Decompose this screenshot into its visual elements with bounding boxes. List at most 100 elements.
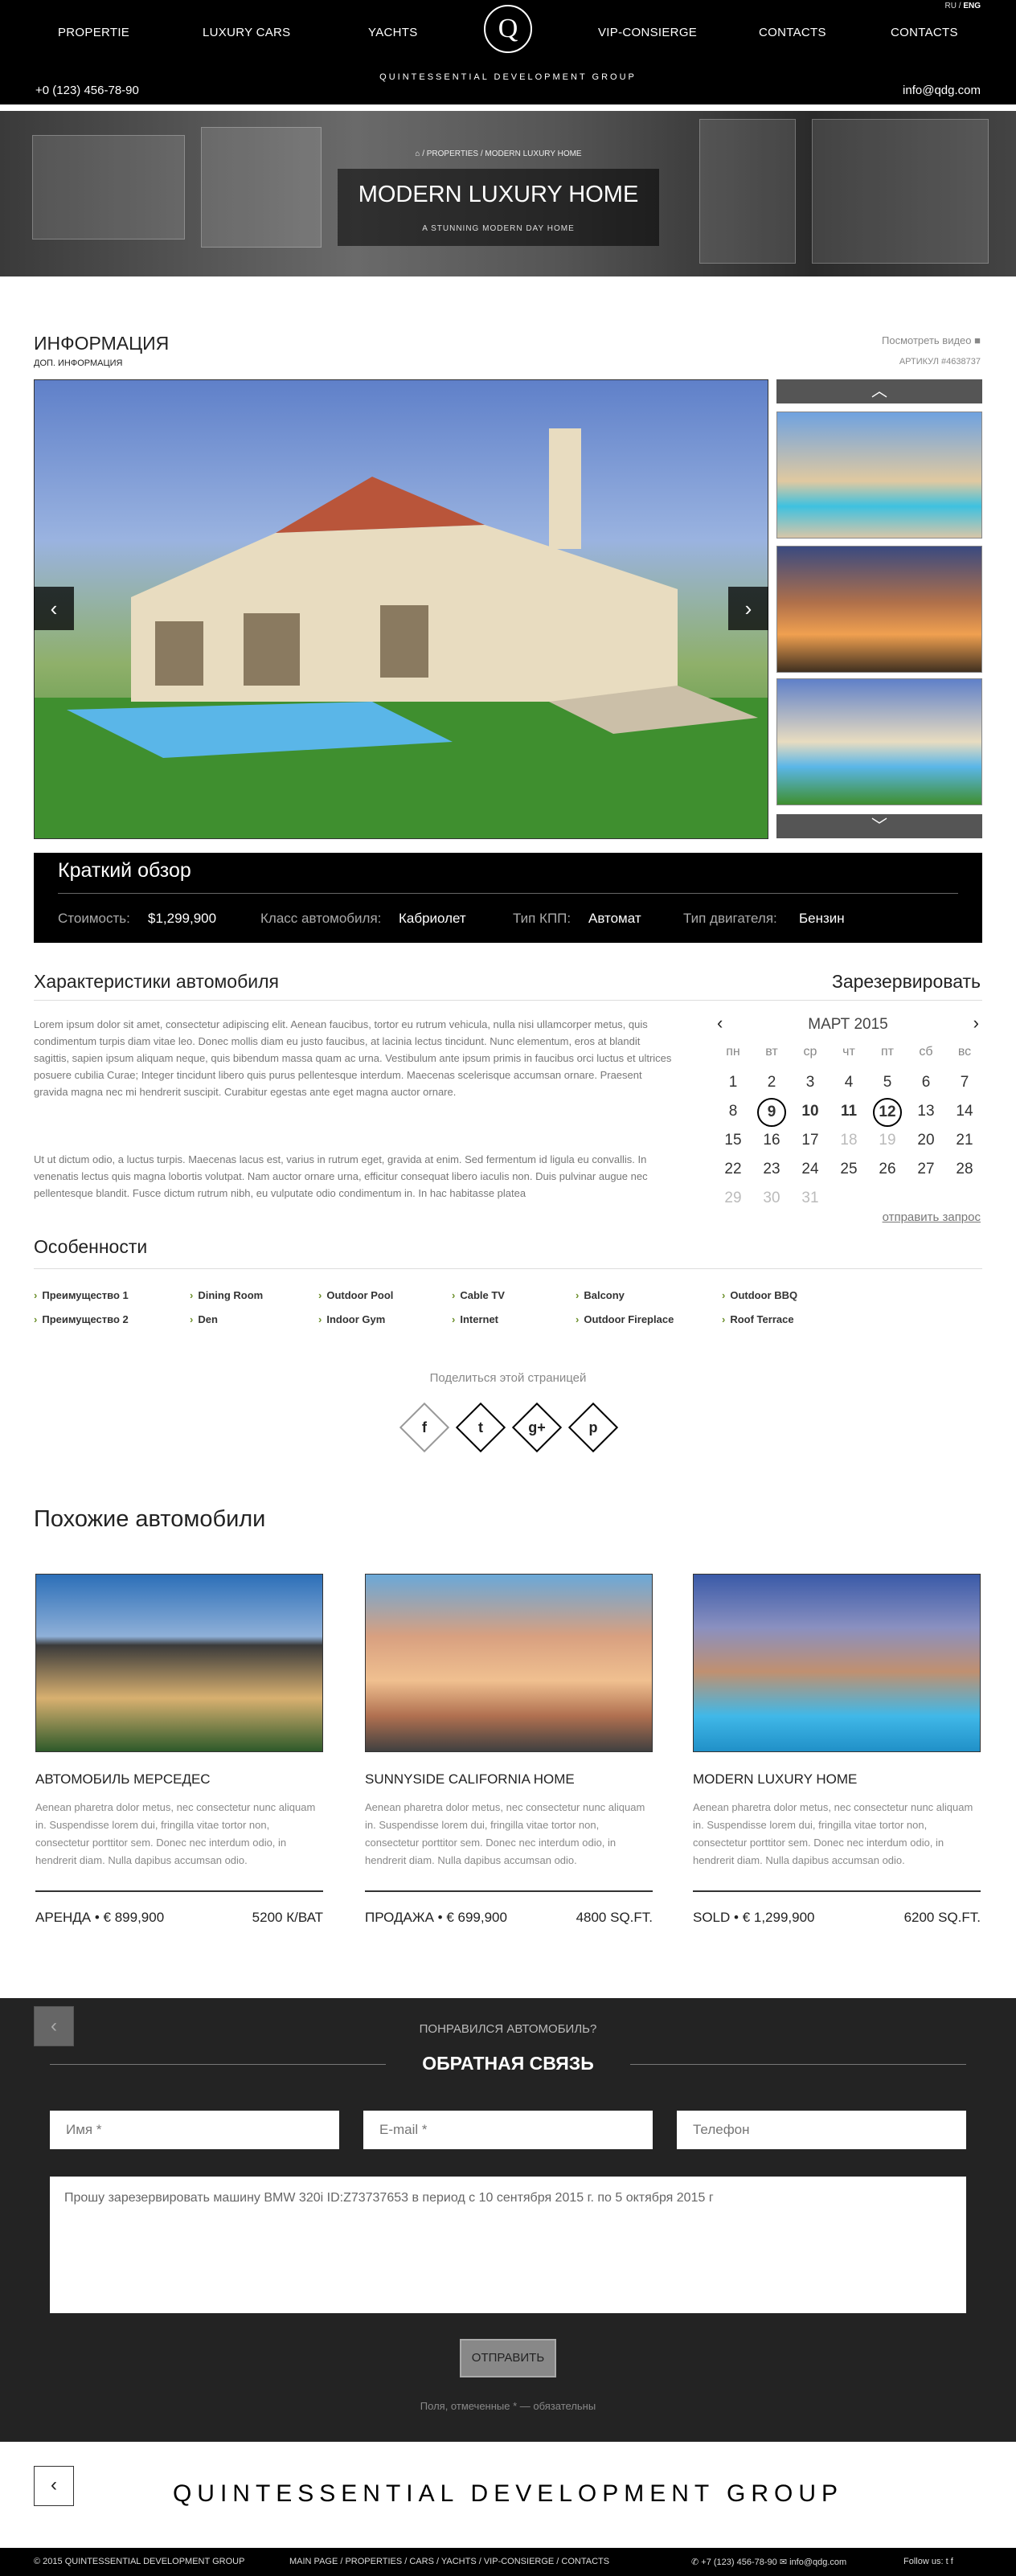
calendar-day[interactable]: 2 — [752, 1074, 791, 1091]
site-header: RU / ENG PROPERTIE LUXURY CARS YACHTS VI… — [0, 0, 1016, 104]
overview-title: Краткий обзор — [58, 859, 191, 882]
back-button[interactable]: ‹ — [34, 2006, 74, 2046]
thumbnail-1[interactable] — [776, 412, 982, 539]
calendar-day[interactable]: 30 — [752, 1190, 791, 1207]
twitter-icon[interactable]: t — [946, 2557, 948, 2566]
calendar-day[interactable]: 31 — [791, 1190, 830, 1207]
language-switcher[interactable]: RU / ENG — [945, 2, 981, 10]
calendar-weekday: сб — [919, 1045, 933, 1059]
gallery-next-button[interactable]: › — [728, 587, 768, 630]
calendar-day[interactable]: 6 — [907, 1074, 945, 1091]
nav-contacts[interactable]: CONTACTS — [759, 26, 826, 39]
thumbs-up-button[interactable]: ︿ — [776, 379, 982, 403]
calendar-day[interactable]: 9 — [757, 1098, 786, 1127]
email-field[interactable] — [363, 2111, 653, 2149]
page-subtitle: A STUNNING MODERN DAY HOME — [422, 224, 575, 233]
divider — [693, 1890, 981, 1892]
calendar-day[interactable]: 11 — [830, 1103, 868, 1120]
footer-phone[interactable]: +7 (123) 456-78-90 — [701, 2558, 776, 2567]
phone-field[interactable] — [677, 2111, 966, 2149]
calendar-day[interactable]: 16 — [752, 1132, 791, 1149]
footer-nav[interactable]: MAIN PAGE / PROPERTIES / CARS / YACHTS /… — [289, 2557, 609, 2566]
footer-email[interactable]: info@qdg.com — [789, 2558, 846, 2567]
message-field[interactable]: Прошу зарезервировать машину BMW 320i ID… — [50, 2177, 966, 2313]
card-price: SOLD • € 1,299,900 — [693, 1910, 815, 1925]
calendar-day[interactable]: 20 — [907, 1132, 945, 1149]
calendar-day[interactable]: 29 — [714, 1190, 752, 1207]
facebook-icon[interactable]: f — [951, 2557, 953, 2566]
article-number: АРТИКУЛ #4638737 — [899, 357, 981, 367]
calendar-month: МАРТ 2015 — [808, 1016, 888, 1033]
calendar-day[interactable]: 21 — [945, 1132, 984, 1149]
divider — [365, 1890, 653, 1892]
card-image[interactable] — [693, 1574, 981, 1752]
logo-emblem[interactable]: Q — [484, 5, 532, 53]
calendar-day[interactable]: 7 — [945, 1074, 984, 1091]
calendar-day[interactable]: 24 — [791, 1161, 830, 1178]
calendar-day[interactable]: 18 — [830, 1132, 868, 1149]
thumbs-down-button[interactable]: ﹀ — [776, 814, 982, 838]
nav-yachts[interactable]: YACHTS — [368, 26, 418, 39]
calendar-day[interactable]: 3 — [791, 1074, 830, 1091]
google-plus-icon[interactable]: g+ — [511, 1402, 563, 1453]
nav-luxury-cars[interactable]: LUXURY CARS — [203, 26, 290, 39]
name-field[interactable] — [50, 2111, 339, 2149]
calendar-day[interactable]: 13 — [907, 1103, 945, 1120]
nav-propertie[interactable]: PROPERTIE — [58, 26, 129, 39]
required-note: Поля, отмеченные * — обязательны — [420, 2400, 596, 2412]
calendar-day[interactable]: 10 — [791, 1103, 830, 1120]
similar-card[interactable]: SUNNYSIDE CALIFORNIA HOME Aenean pharetr… — [365, 1574, 653, 1925]
nav-contacts-2[interactable]: CONTACTS — [891, 26, 958, 39]
send-request-link[interactable]: отправить запрос — [883, 1210, 981, 1224]
card-title[interactable]: АВТОМОБИЛЬ МЕРСЕДЕС — [35, 1771, 211, 1788]
copyright: © 2015 QUINTESSENTIAL DEVELOPMENT GROUP — [34, 2557, 245, 2566]
gallery-prev-button[interactable]: ‹ — [34, 587, 74, 630]
similar-card[interactable]: MODERN LUXURY HOME Aenean pharetra dolor… — [693, 1574, 981, 1925]
calendar-day[interactable]: 4 — [830, 1074, 868, 1091]
calendar-day[interactable]: 15 — [714, 1132, 752, 1149]
twitter-icon[interactable]: t — [455, 1402, 506, 1453]
nav-vip-consierge[interactable]: VIP-CONSIERGE — [598, 26, 697, 39]
lang-eng[interactable]: ENG — [963, 2, 981, 10]
similar-title: Похожие автомобили — [34, 1506, 266, 1532]
calendar-day[interactable]: 5 — [868, 1074, 907, 1091]
calendar-day[interactable]: 22 — [714, 1161, 752, 1178]
card-title[interactable]: SUNNYSIDE CALIFORNIA HOME — [365, 1771, 575, 1788]
thumbnail-2[interactable] — [776, 546, 982, 673]
watch-video-link[interactable]: Посмотреть видео ■ — [882, 334, 981, 346]
calendar-next-icon[interactable]: › — [973, 1013, 979, 1034]
calendar-day[interactable]: 28 — [945, 1161, 984, 1178]
header-phone[interactable]: +0 (123) 456-78-90 — [35, 84, 139, 97]
divider — [50, 2064, 386, 2065]
card-title[interactable]: MODERN LUXURY HOME — [693, 1771, 857, 1788]
mail-icon: ✉ — [779, 2558, 788, 2567]
calendar-day[interactable]: 19 — [868, 1132, 907, 1149]
breadcrumb: ⌂ / PROPERTIES / MODERN LUXURY HOME — [415, 149, 582, 158]
header-email[interactable]: info@qdg.com — [903, 84, 981, 97]
calendar-day[interactable]: 17 — [791, 1132, 830, 1149]
footer-back-button[interactable]: ‹ — [34, 2466, 74, 2506]
calendar-day[interactable]: 1 — [714, 1074, 752, 1091]
calendar-day[interactable]: 12 — [873, 1098, 902, 1127]
facebook-icon[interactable]: f — [399, 1402, 450, 1453]
pinterest-icon[interactable]: p — [567, 1402, 619, 1453]
thumbnail-3[interactable] — [776, 678, 982, 805]
card-image[interactable] — [365, 1574, 653, 1752]
calendar-day[interactable]: 23 — [752, 1161, 791, 1178]
calendar-day[interactable]: 26 — [868, 1161, 907, 1178]
card-price: ПРОДАЖА • € 699,900 — [365, 1910, 507, 1925]
feature-item: Преимущество 2 — [34, 1313, 128, 1325]
lang-ru[interactable]: RU — [945, 2, 957, 10]
breadcrumb-properties[interactable]: PROPERTIES — [427, 149, 478, 158]
calendar-day[interactable]: 8 — [714, 1103, 752, 1120]
submit-button[interactable]: ОТПРАВИТЬ — [460, 2339, 556, 2377]
card-image[interactable] — [35, 1574, 323, 1752]
calendar-weekday: ср — [803, 1045, 817, 1059]
description-paragraph-2: Ut ut dictum odio, a luctus turpis. Maec… — [34, 1153, 648, 1199]
calendar-day[interactable]: 14 — [945, 1103, 984, 1120]
similar-card[interactable]: АВТОМОБИЛЬ МЕРСЕДЕС Aenean pharetra dolo… — [35, 1574, 323, 1925]
home-icon[interactable]: ⌂ — [415, 149, 420, 158]
calendar-day[interactable]: 27 — [907, 1161, 945, 1178]
calendar-day[interactable]: 25 — [830, 1161, 868, 1178]
contact-subtitle: ПОНРАВИЛСЯ АВТОМОБИЛЬ? — [419, 2022, 597, 2036]
